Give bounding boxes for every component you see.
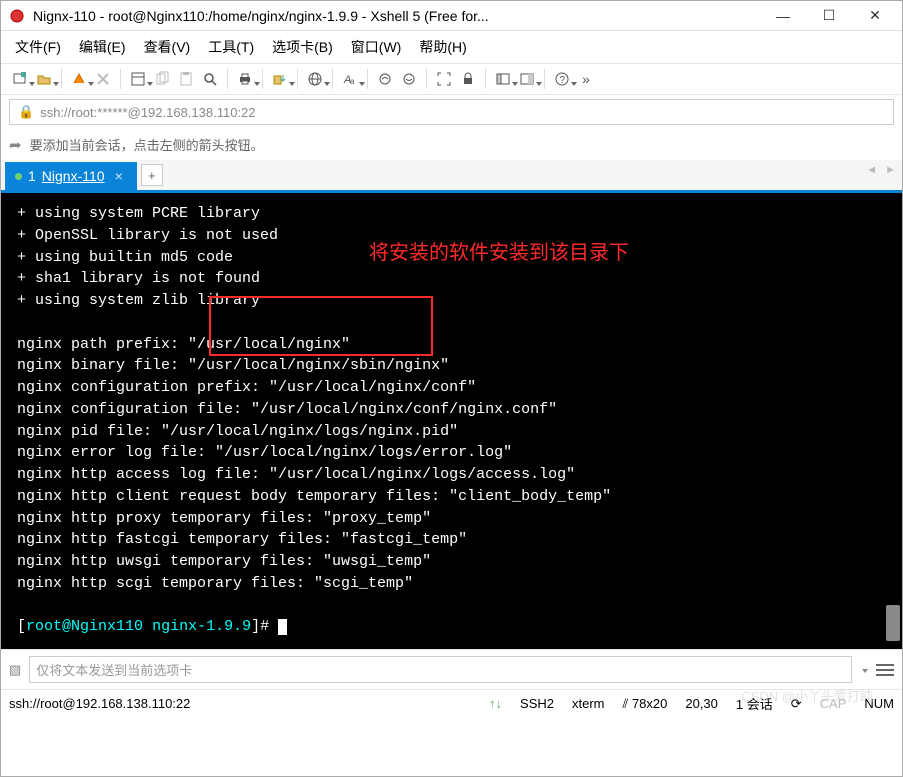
toolbar-separator [297, 69, 298, 89]
add-tab-button[interactable]: + [141, 164, 163, 186]
sendbar-menu-icon[interactable] [876, 661, 894, 679]
toolbar-separator [367, 69, 368, 89]
transfer-button[interactable] [269, 68, 291, 90]
watermark: CSDN @小丫头爱打盹 [741, 686, 873, 705]
address-text: ssh://root:******@192.168.138.110:22 [40, 105, 255, 120]
panel2-button[interactable] [516, 68, 538, 90]
status-term: xterm [572, 696, 605, 711]
status-cursor: 20,30 [685, 696, 718, 711]
terminal[interactable]: + using system PCRE library + OpenSSL li… [1, 193, 902, 649]
menu-tools[interactable]: 工具(T) [202, 35, 260, 59]
window-controls: — ☐ ✕ [760, 1, 898, 31]
toolbar-separator [227, 69, 228, 89]
menu-help[interactable]: 帮助(H) [413, 35, 472, 59]
toolbar-separator [485, 69, 486, 89]
print-button[interactable] [234, 68, 256, 90]
swirl1-button[interactable] [374, 68, 396, 90]
lock-button[interactable] [457, 68, 479, 90]
infobar: ➦ 要添加当前会话，点击左侧的箭头按钮。 [1, 129, 902, 160]
annotation-text: 将安装的软件安装到该目录下 [369, 239, 629, 268]
lock-icon: 🔒 [18, 104, 34, 120]
tab-active[interactable]: 1 Nignx-110 × [5, 162, 137, 190]
annotation-box [209, 296, 433, 356]
tab-close-icon[interactable]: × [115, 168, 123, 184]
toolbar: Aa ? » [1, 63, 902, 95]
fullscreen-button[interactable] [433, 68, 455, 90]
properties-button[interactable] [127, 68, 149, 90]
toolbar-separator [544, 69, 545, 89]
toolbar-separator [262, 69, 263, 89]
infobar-hint: 要添加当前会话，点击左侧的箭头按钮。 [30, 135, 264, 154]
copy-button[interactable] [151, 68, 173, 90]
tab-label: Nignx-110 [42, 168, 105, 184]
sendbar: ▧ 仅将文本发送到当前选项卡 [1, 649, 902, 689]
tabbar: 1 Nignx-110 × + ◄ ► [1, 160, 902, 193]
help-button[interactable]: ? [551, 68, 573, 90]
open-button[interactable] [33, 68, 55, 90]
prompt-open: [ [17, 618, 26, 635]
prompt-user: root@Nginx110 [26, 618, 143, 635]
paste-button[interactable] [175, 68, 197, 90]
web-button[interactable] [304, 68, 326, 90]
connection-status-icon [15, 173, 22, 180]
svg-text:a: a [350, 77, 355, 86]
disconnect-button[interactable] [92, 68, 114, 90]
status-net-icon: ↑↓ [489, 696, 502, 711]
status-connection: ssh://root@192.168.138.110:22 [9, 696, 190, 711]
toolbar-separator [426, 69, 427, 89]
find-button[interactable] [199, 68, 221, 90]
send-target-dropdown[interactable] [860, 662, 868, 677]
address-input[interactable]: 🔒 ssh://root:******@192.168.138.110:22 [9, 99, 894, 125]
scrollbar-thumb[interactable] [886, 605, 900, 641]
menubar: 文件(F) 编辑(E) 查看(V) 工具(T) 选项卡(B) 窗口(W) 帮助(… [1, 31, 902, 63]
app-icon [9, 8, 25, 24]
tab-nav: ◄ ► [866, 164, 896, 176]
close-button[interactable]: ✕ [852, 1, 898, 31]
prompt-dir: nginx-1.9.9 [152, 618, 251, 635]
status-protocol: SSH2 [520, 696, 554, 711]
addressbar: 🔒 ssh://root:******@192.168.138.110:22 [1, 95, 902, 129]
maximize-button[interactable]: ☐ [806, 1, 852, 31]
titlebar: Nignx-110 - root@Nginx110:/home/nginx/ng… [1, 1, 902, 31]
new-session-button[interactable] [9, 68, 31, 90]
menu-edit[interactable]: 编辑(E) [73, 35, 132, 59]
font-button[interactable]: Aa [339, 68, 361, 90]
add-session-arrow-icon[interactable]: ➦ [9, 136, 22, 154]
swirl2-button[interactable] [398, 68, 420, 90]
window-title: Nignx-110 - root@Nginx110:/home/nginx/ng… [29, 8, 760, 24]
toolbar-separator [61, 69, 62, 89]
toolbar-overflow-button[interactable]: » [575, 68, 597, 90]
tab-prev-icon[interactable]: ◄ [866, 164, 877, 176]
terminal-cursor [278, 619, 287, 635]
menu-window[interactable]: 窗口(W) [345, 35, 408, 59]
status-size: ⫽ 78x20 [623, 696, 668, 712]
send-input[interactable]: 仅将文本发送到当前选项卡 [29, 656, 852, 683]
menu-view[interactable]: 查看(V) [138, 35, 197, 59]
menu-file[interactable]: 文件(F) [9, 35, 67, 59]
toolbar-separator [332, 69, 333, 89]
menu-tab[interactable]: 选项卡(B) [266, 35, 339, 59]
panel1-button[interactable] [492, 68, 514, 90]
tab-next-icon[interactable]: ► [885, 164, 896, 176]
prompt-close: ]# [251, 618, 278, 635]
prompt-sep [143, 618, 152, 635]
minimize-button[interactable]: — [760, 1, 806, 31]
tab-index: 1 [28, 168, 36, 184]
reconnect-button[interactable] [68, 68, 90, 90]
svg-text:?: ? [560, 75, 566, 86]
toolbar-separator [120, 69, 121, 89]
